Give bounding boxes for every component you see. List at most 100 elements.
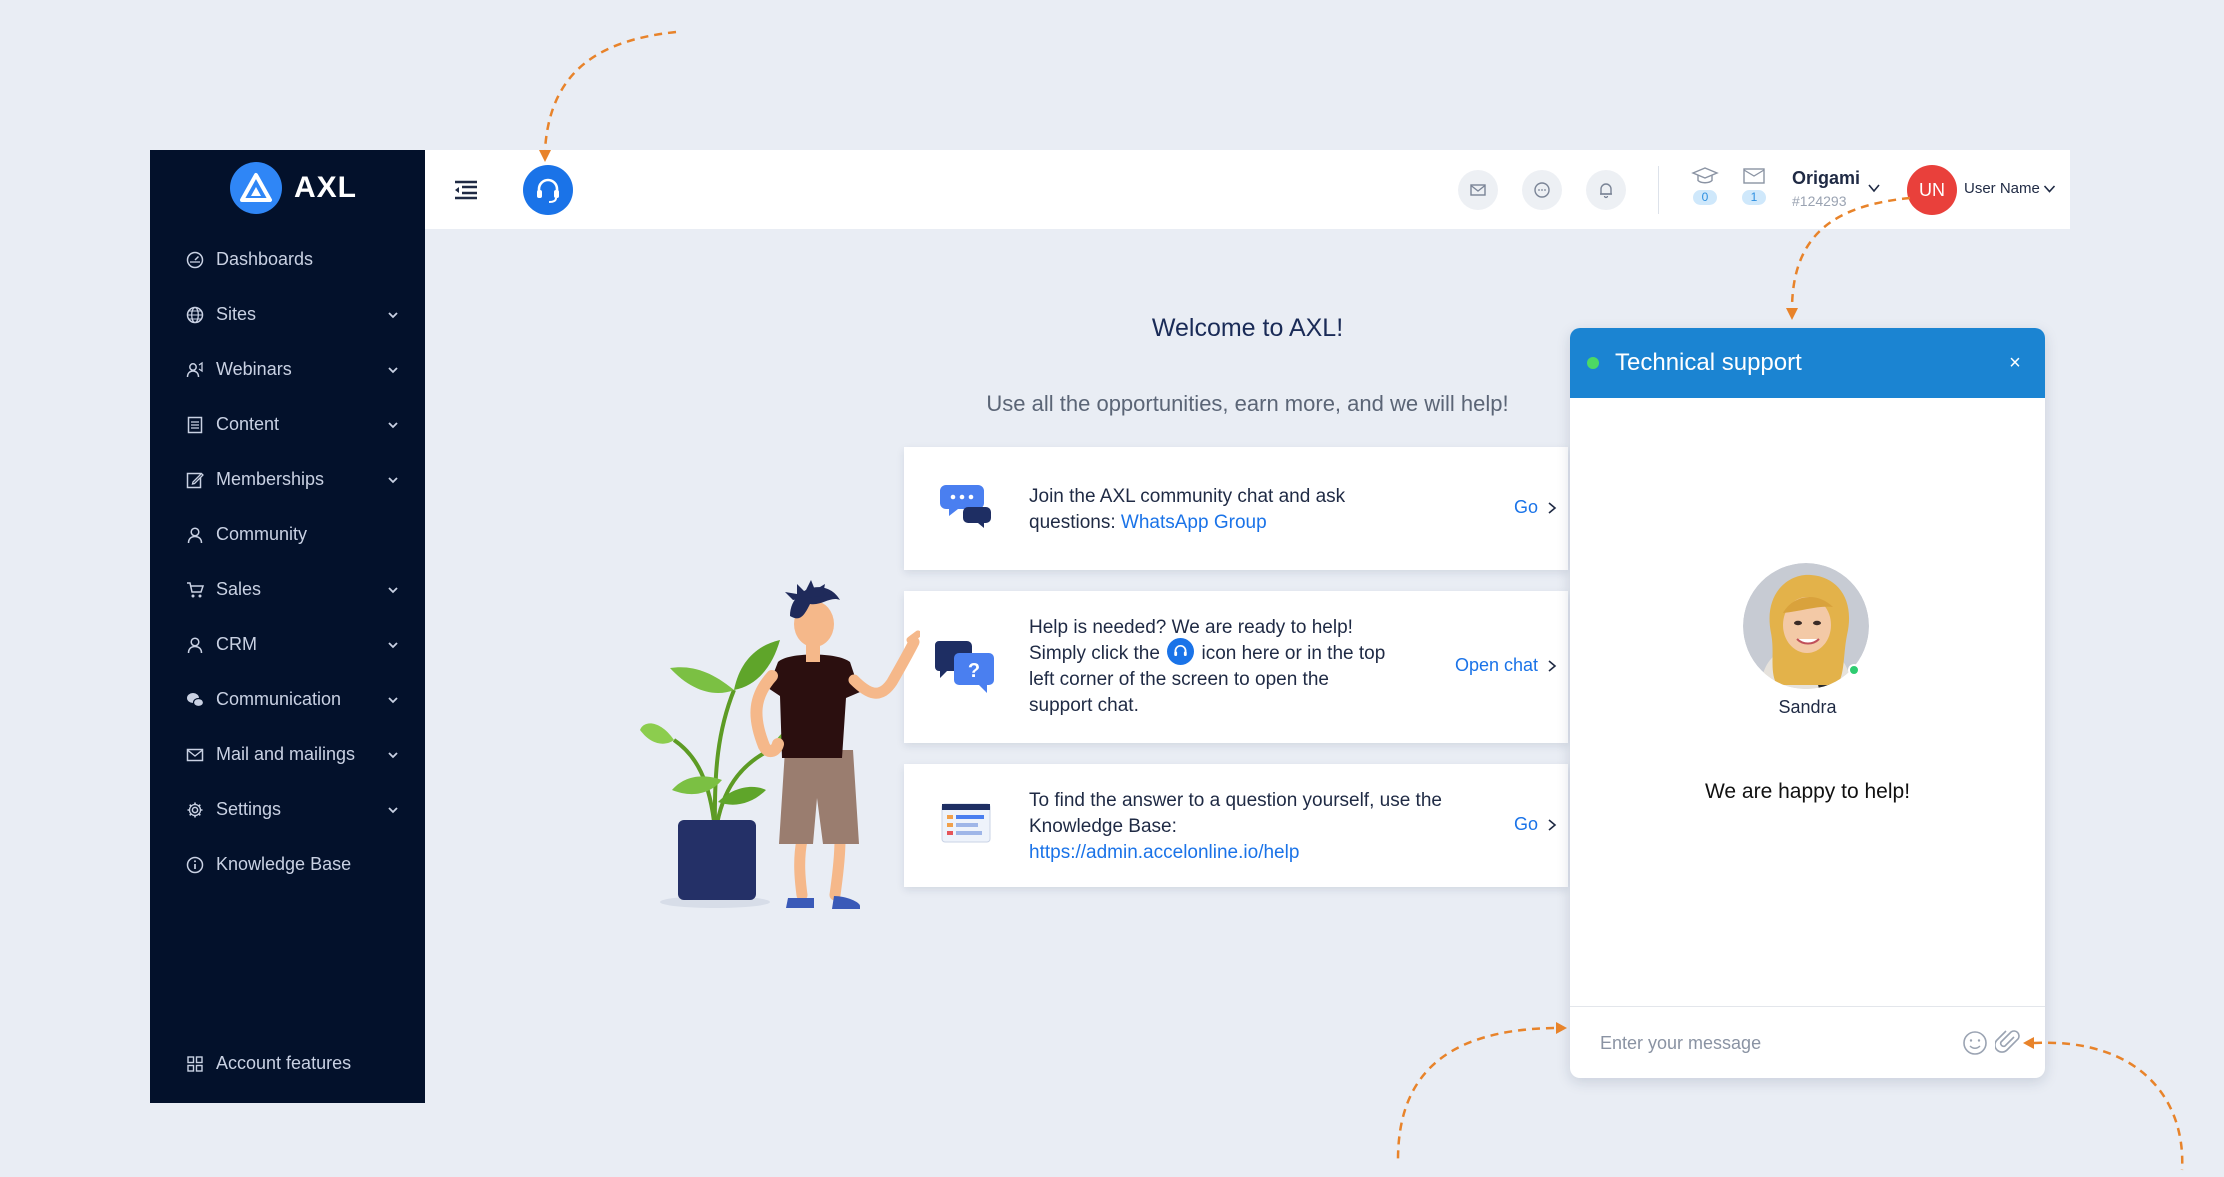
sidebar-nav: Dashboards Sites Webinars Content Member… — [150, 232, 425, 892]
sidebar-item-label: Settings — [216, 799, 282, 819]
cart-icon — [185, 580, 205, 600]
sidebar-item-knowledge-base[interactable]: Knowledge Base — [150, 837, 425, 892]
inbox-icon — [1743, 168, 1765, 184]
content-icon — [185, 415, 205, 435]
chevron-down-icon[interactable] — [386, 638, 400, 652]
chevron-right-icon — [1548, 659, 1557, 672]
sidebar-item-label: Communication — [216, 689, 342, 709]
sidebar-item-label: Account features — [216, 1053, 352, 1073]
sidebar-item-label: Content — [216, 414, 280, 434]
user-name[interactable]: User Name — [1964, 180, 2040, 197]
project-name: Origami — [1792, 168, 1861, 188]
paperclip-icon[interactable] — [1995, 1028, 2023, 1056]
person-illustration — [750, 580, 920, 909]
sidebar-item-sales[interactable]: Sales — [150, 562, 425, 617]
chevron-down-icon[interactable] — [386, 363, 400, 377]
svg-text:?: ? — [968, 660, 980, 682]
open-chat-button[interactable]: Open chat — [1455, 655, 1558, 676]
mail-icon — [185, 745, 205, 765]
bell-icon — [1600, 183, 1612, 199]
chevron-down-icon[interactable] — [386, 473, 400, 487]
sidebar-item-crm[interactable]: CRM — [150, 617, 425, 672]
gear-icon — [185, 800, 205, 820]
page-title: Welcome to AXL! — [1151, 314, 1344, 342]
knowledge-base-link[interactable]: https://admin.accelonline.io/help — [1029, 840, 1442, 866]
chat-title: Technical support — [1615, 349, 1802, 376]
chat-message-input[interactable] — [1600, 1023, 1960, 1063]
community-card-text: Join the AXL community chat and ask ques… — [1029, 486, 1346, 533]
sidebar-item-dashboards[interactable]: Dashboards — [150, 232, 425, 287]
support-card-text: Help is needed? We are ready to help! Si… — [1029, 617, 1386, 716]
project-switcher[interactable]: Origami #124293 — [1792, 168, 1860, 209]
notifications-button[interactable] — [1586, 170, 1626, 210]
knowledge-base-icon — [941, 803, 991, 843]
sidebar-item-settings[interactable]: Settings — [150, 782, 425, 837]
globe-icon — [185, 305, 205, 325]
online-status-indicator — [1587, 357, 1599, 369]
chat-greeting: We are happy to help! — [1704, 780, 1911, 803]
whatsapp-group-link[interactable]: WhatsApp Group — [1121, 512, 1267, 533]
support-chat-widget: Technical support × Sandra We are happy … — [1570, 328, 2045, 1078]
courses-count-badge: 0 — [1693, 190, 1717, 205]
inbox-count-badge: 1 — [1742, 190, 1766, 205]
chevron-down-icon[interactable] — [386, 803, 400, 817]
top-bar: 0 1 Origami #124293 UN User Name — [425, 150, 2070, 229]
sidebar-item-label: Dashboards — [216, 249, 314, 269]
community-go-button[interactable]: Go — [1514, 497, 1558, 518]
sidebar-item-content[interactable]: Content — [150, 397, 425, 452]
sidebar-item-label: Sites — [216, 304, 257, 324]
info-icon — [185, 855, 205, 875]
chat-header: Technical support × — [1570, 328, 2045, 398]
brand-name: AXL — [294, 171, 357, 204]
messages-button[interactable] — [1522, 170, 1562, 210]
chevron-down-icon[interactable] — [386, 308, 400, 322]
sidebar-item-community[interactable]: Community — [150, 507, 425, 562]
envelope-icon — [1470, 184, 1486, 196]
inbox-counter[interactable]: 1 — [1739, 166, 1769, 205]
page-subtitle: Use all the opportunities, earn more, an… — [986, 391, 1509, 416]
user-icon — [185, 525, 205, 545]
edit-icon — [185, 470, 205, 490]
chat-bubble-icon — [1534, 182, 1550, 198]
chevron-down-icon[interactable] — [2042, 181, 2057, 196]
sidebar-item-account-features[interactable]: Account features — [150, 1036, 425, 1091]
knowledge-base-go-button[interactable]: Go — [1514, 814, 1558, 835]
chevron-down-icon[interactable] — [386, 693, 400, 707]
sidebar-item-mail-and-mailings[interactable]: Mail and mailings — [150, 727, 425, 782]
sidebar-item-label: Webinars — [216, 359, 292, 379]
courses-counter[interactable]: 0 — [1690, 166, 1720, 205]
headset-icon — [537, 178, 559, 203]
sidebar-item-webinars[interactable]: Webinars — [150, 342, 425, 397]
sidebar-item-sites[interactable]: Sites — [150, 287, 425, 342]
chevron-down-icon[interactable] — [386, 418, 400, 432]
user-avatar[interactable]: UN — [1907, 165, 1957, 215]
sidebar-item-communication[interactable]: Communication — [150, 672, 425, 727]
menu-collapse-icon[interactable] — [453, 177, 479, 203]
support-chat-button[interactable] — [523, 165, 573, 215]
dashboard-icon — [185, 250, 205, 270]
sidebar: AXL Dashboards Sites Webinars Content Me… — [150, 150, 425, 1103]
graduation-cap-icon — [1691, 167, 1719, 184]
sidebar-item-label: Knowledge Base — [216, 854, 352, 874]
chevron-down-icon[interactable] — [1866, 180, 1882, 196]
community-card: Join the AXL community chat and ask ques… — [904, 447, 1568, 570]
user-icon — [185, 635, 205, 655]
project-id: #124293 — [1792, 193, 1847, 209]
chat-icon — [185, 690, 205, 710]
sidebar-item-label: Mail and mailings — [216, 744, 356, 764]
sidebar-item-label: Memberships — [216, 469, 325, 489]
header-divider — [1658, 166, 1659, 214]
chevron-down-icon[interactable] — [386, 583, 400, 597]
welcome-illustration — [640, 580, 920, 909]
sidebar-item-label: CRM — [216, 634, 257, 654]
question-chat-icon: ? — [935, 641, 994, 693]
chevron-right-icon — [1548, 818, 1557, 831]
sidebar-item-memberships[interactable]: Memberships — [150, 452, 425, 507]
mail-button[interactable] — [1458, 170, 1498, 210]
close-icon[interactable]: × — [1995, 343, 2035, 383]
headset-icon — [1167, 638, 1195, 666]
emoji-icon[interactable] — [1960, 1028, 1990, 1058]
brand-logo[interactable]: AXL — [230, 162, 357, 214]
chevron-down-icon[interactable] — [386, 748, 400, 762]
grid-icon — [185, 1054, 205, 1074]
